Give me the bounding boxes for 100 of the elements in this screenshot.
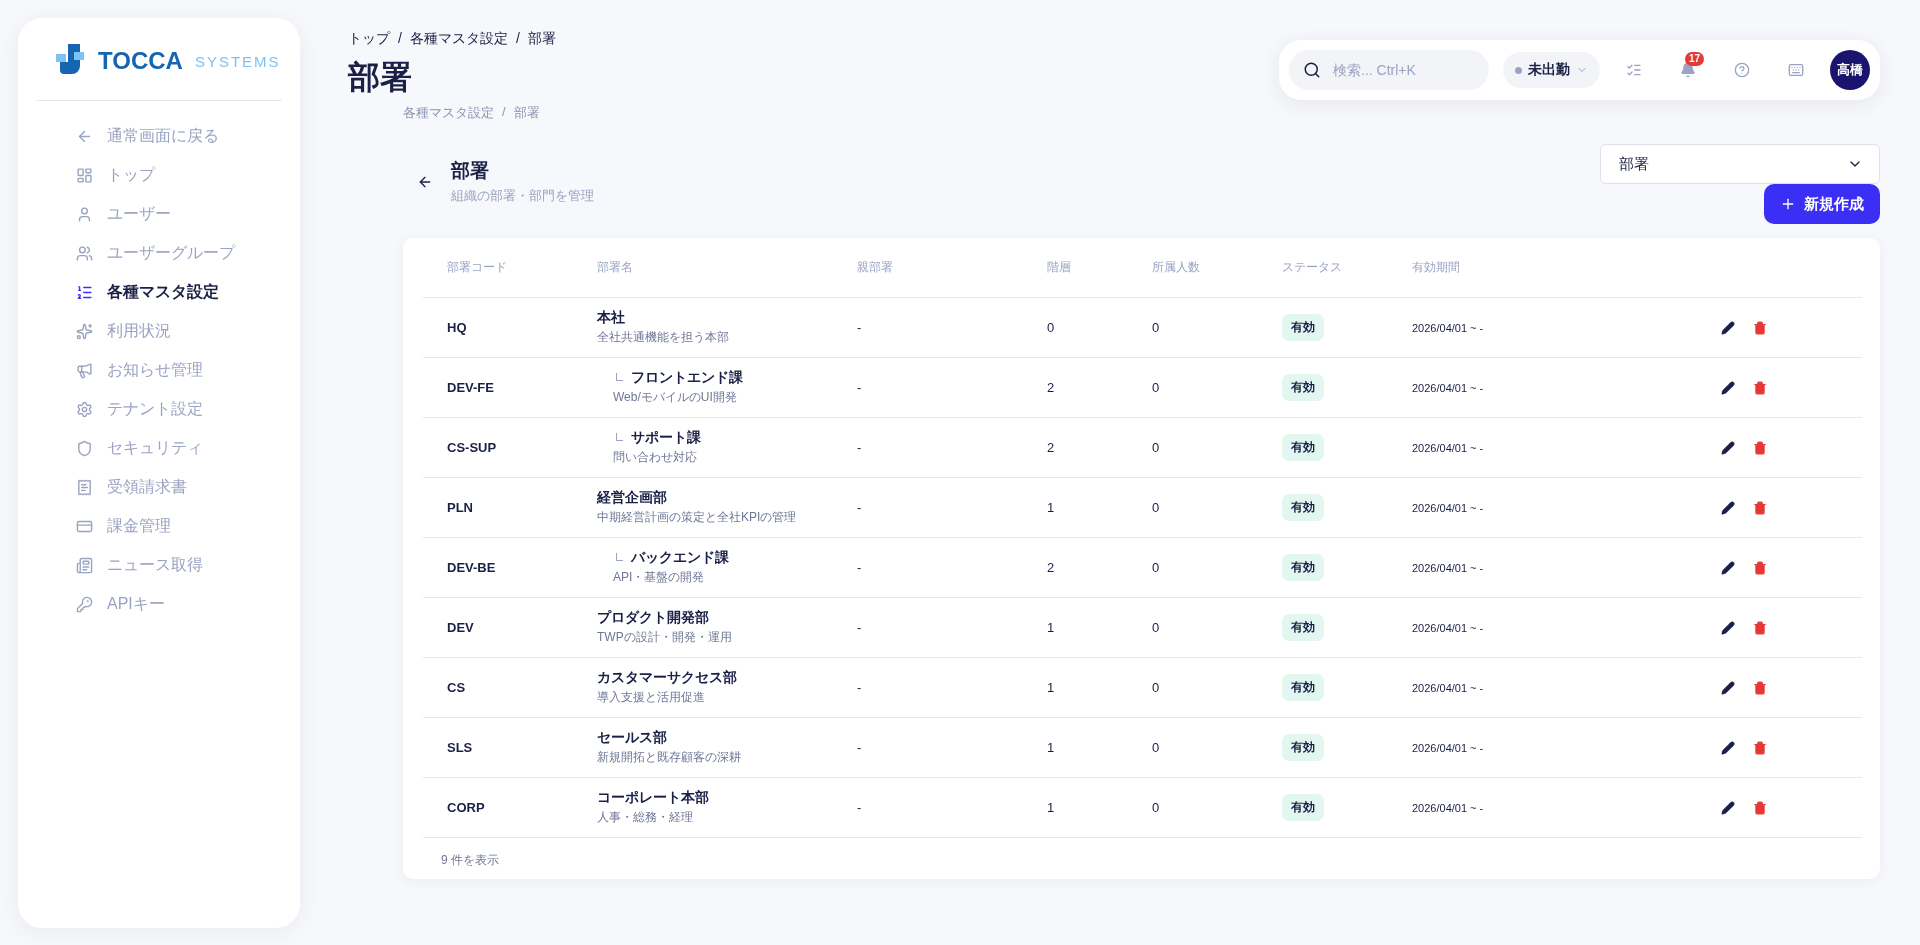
members-cell-text: 0 [1152,800,1161,815]
department-name: カスタマーサクセス部 [597,669,737,687]
trash-icon [1753,800,1767,815]
department-name: セールス部 [597,729,667,747]
sidebar-item[interactable]: ユーザー [76,197,282,232]
column-header: 所属人数 [1152,259,1201,276]
logo-suffix: SYSTEMS [194,52,281,70]
bell-icon [1680,62,1696,78]
status-badge: 有効 [1282,734,1324,761]
level-cell-text: 1 [1047,500,1056,515]
page-title: 部署 [348,58,413,97]
sidebar-item[interactable]: 受領請求書 [76,470,282,505]
trash-icon [1753,320,1767,335]
user-avatar[interactable]: 高橋 [1830,50,1870,90]
code-cell-text: PLN [447,500,474,515]
status-badge: 有効 [1282,674,1324,701]
tree-branch-icon [616,553,623,561]
breadcrumb-link[interactable]: 各種マスタ設定 [403,104,494,122]
sidebar-item[interactable]: お知らせ管理 [76,353,282,388]
code-cell-text: CORP [447,800,486,815]
new-button[interactable]: 新規作成 [1764,184,1880,224]
members-cell-text: 0 [1152,320,1161,335]
pencil-icon [1721,680,1735,695]
sidebar-item[interactable]: 利用状況 [76,314,282,349]
shield-icon [76,440,93,457]
dashboard-icon [76,167,93,184]
credit-card-icon [76,518,93,535]
trash-icon [1753,380,1767,395]
column-header: 有効期間 [1412,259,1461,276]
search-field[interactable]: 検索... Ctrl+K [1289,50,1489,90]
section-title: 部署 [451,159,490,183]
members-cell-text: 0 [1152,500,1161,515]
sidebar-item[interactable]: トップ [76,158,282,193]
parent-cell-text: - [857,320,863,335]
sidebar-item[interactable]: ユーザーグループ [76,236,282,271]
pencil-icon [1721,380,1735,395]
parent-cell-text: - [857,500,863,515]
parent-cell-text: - [857,740,863,755]
receipt-icon [76,479,93,496]
members-cell-text: 0 [1152,440,1161,455]
sidebar-item[interactable]: 課金管理 [76,509,282,544]
members-cell-text: 0 [1152,680,1161,695]
status-badge: 有効 [1282,614,1324,641]
department-name: フロントエンド課 [631,369,743,387]
trash-icon [1753,740,1767,755]
period-cell-text: 2026/04/01 ~ - [1412,741,1485,754]
status-badge: 有効 [1282,434,1324,461]
notification-button[interactable]: 17 [1668,50,1708,90]
department-description: 導入支援と活用促進 [597,689,706,706]
megaphone-icon [76,362,93,379]
level-cell-text: 1 [1047,800,1056,815]
plus-icon [1780,196,1796,212]
breadcrumb-separator: / [515,30,520,48]
logo-text: TOCCA [98,47,183,75]
period-cell-text: 2026/04/01 ~ - [1412,561,1485,574]
level-cell-text: 2 [1047,440,1056,455]
parent-cell-text: - [857,620,863,635]
trash-icon [1753,620,1767,635]
level-cell-text: 1 [1047,620,1056,635]
breadcrumb-separator: / [502,104,506,121]
breadcrumb-link[interactable]: トップ [348,30,390,48]
period-cell-text: 2026/04/01 ~ - [1412,441,1485,454]
department-description: 人事・総務・経理 [597,809,694,826]
period-cell-text: 2026/04/01 ~ - [1412,681,1485,694]
users-icon [76,245,93,262]
notification-badge: 17 [1684,52,1704,66]
breadcrumb-link[interactable]: 各種マスタ設定 [409,30,508,48]
level-cell-text: 2 [1047,380,1056,395]
sidebar-item[interactable]: APIキー [76,587,282,622]
search-icon [1303,61,1321,79]
status-dot [1515,66,1522,74]
pencil-icon [1721,740,1735,755]
department-description: 問い合わせ対応 [613,449,698,466]
sidebar-item[interactable]: 各種マスタ設定 [76,275,282,310]
level-cell-text: 1 [1047,680,1056,695]
status-badge: 有効 [1282,794,1324,821]
level-cell-text: 2 [1047,560,1056,575]
sidebar-item[interactable]: 通常画面に戻る [76,119,282,154]
department-description: 中期経営計画の策定と全社KPIの管理 [597,509,798,526]
period-cell-text: 2026/04/01 ~ - [1412,801,1485,814]
sidebar-item[interactable]: テナント設定 [76,392,282,427]
master-select[interactable]: 部署 [1600,144,1880,184]
department-description: Web/モバイルのUI開発 [613,389,738,406]
parent-cell-text: - [857,440,863,455]
pencil-icon [1721,500,1735,515]
trash-icon [1753,440,1767,455]
attendance-button[interactable]: 未出勤 [1503,52,1600,88]
status-badge: 有効 [1282,314,1324,341]
column-header: 部署コード [447,259,508,276]
members-cell-text: 0 [1152,560,1161,575]
trash-icon [1753,500,1767,515]
tree-branch-icon [616,433,623,441]
sidebar-item[interactable]: セキュリティ [76,431,282,466]
keyboard-icon [1788,62,1804,78]
department-name: バックエンド課 [631,549,729,567]
department-name: プロダクト開発部 [597,609,709,627]
members-cell-text: 0 [1152,380,1161,395]
sidebar-item[interactable]: ニュース取得 [76,548,282,583]
checklist-icon [1626,62,1642,78]
code-cell-text: HQ [447,320,468,335]
